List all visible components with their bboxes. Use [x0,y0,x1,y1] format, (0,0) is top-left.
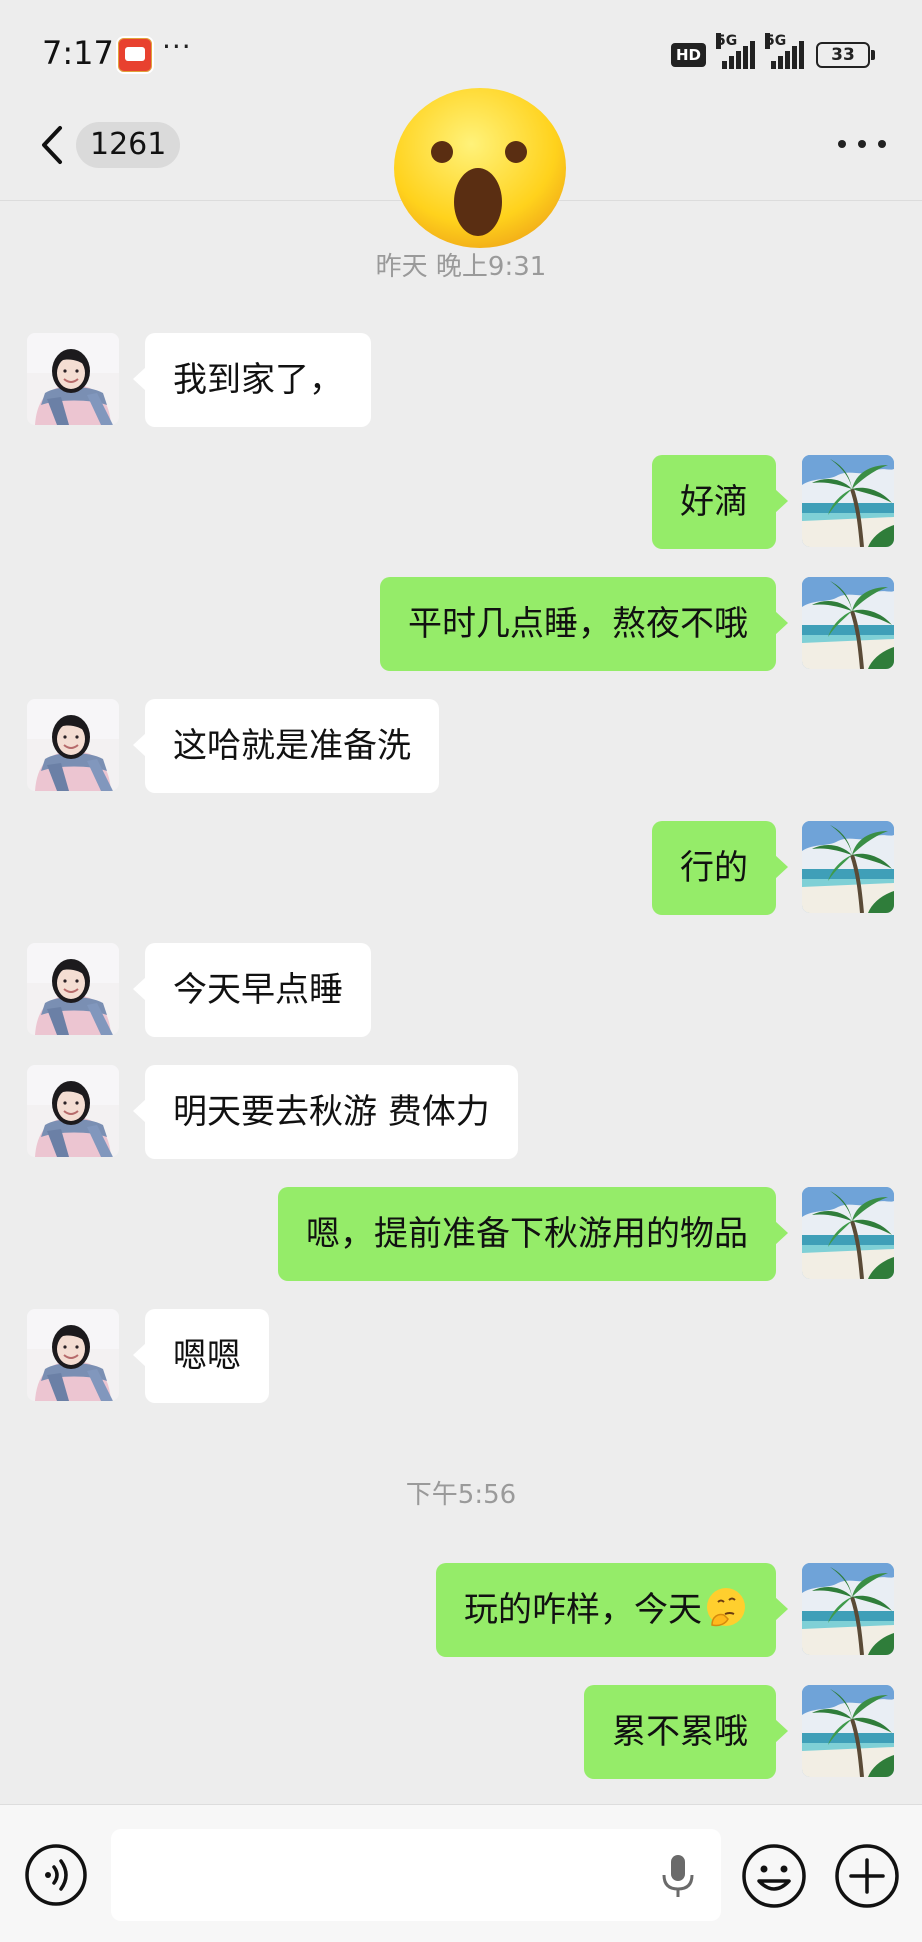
received-message-bubble[interactable]: 明天要去秋游 费体力 [133,1065,518,1159]
battery-icon: 33 [816,42,875,68]
user-avatar[interactable] [802,1685,894,1777]
sent-message-bubble[interactable]: 平时几点睡，熬夜不哦 [380,577,788,671]
user-avatar[interactable] [802,1187,894,1279]
signal-strength-icon-1: 5G [716,33,755,69]
sent-message-bubble[interactable]: 好滴 [652,455,788,549]
network-type-label: 5G [765,33,787,49]
plus-icon[interactable] [834,1843,900,1909]
user-avatar[interactable] [802,1563,894,1655]
signal-strength-icon-2: 5G [765,33,804,69]
unread-count-badge[interactable]: 1261 [76,122,181,168]
network-type-label: 5G [716,33,738,49]
received-message-bubble[interactable]: 今天早点睡 [133,943,371,1037]
timestamp: 下午5:56 [405,1480,517,1510]
hd-voice-icon: HD [670,43,706,67]
more-options-icon[interactable] [838,140,886,150]
status-icons: HD 5G 5G 33 [670,33,875,70]
received-message-bubble[interactable]: 我到家了， [133,333,371,427]
status-time: 7:17 [42,34,114,72]
sent-message-bubble[interactable]: 累不累哦 [584,1685,788,1779]
user-avatar[interactable] [802,821,894,913]
contact-avatar[interactable] [27,699,119,791]
sent-message-bubble[interactable]: 行的 [652,821,788,915]
back-arrow-icon[interactable] [36,122,76,168]
received-message-bubble[interactable]: 嗯嗯 [133,1309,269,1403]
message-input-bar [0,1804,922,1942]
sent-message-bubble[interactable]: 嗯，提前准备下秋游用的物品 [278,1187,788,1281]
contact-avatar[interactable] [27,1065,119,1157]
contact-avatar[interactable] [27,1309,119,1401]
contact-avatar[interactable] [27,943,119,1035]
smile-icon[interactable] [741,1843,807,1909]
contact-avatar[interactable] [27,333,119,425]
user-avatar[interactable] [802,577,894,669]
user-avatar[interactable] [802,455,894,547]
received-message-bubble[interactable]: 这哈就是准备洗 [133,699,439,793]
message-input[interactable] [111,1829,721,1921]
message-text: 玩的咋样，今天 [464,1590,702,1630]
chat-screen: 7:17 ··· HD 5G 5G 33 1261 昨天 晚上9:31 下午5:… [0,0,922,1942]
voice-toggle-icon[interactable] [24,1843,88,1907]
sent-message-bubble[interactable]: 玩的咋样，今天 [436,1563,788,1657]
astonished-face-emoji [394,88,566,248]
app-notification-icon [116,36,154,74]
microphone-icon[interactable] [660,1853,696,1899]
more-notifications-indicator: ··· [162,30,192,63]
thinking-face-icon [707,1588,745,1627]
